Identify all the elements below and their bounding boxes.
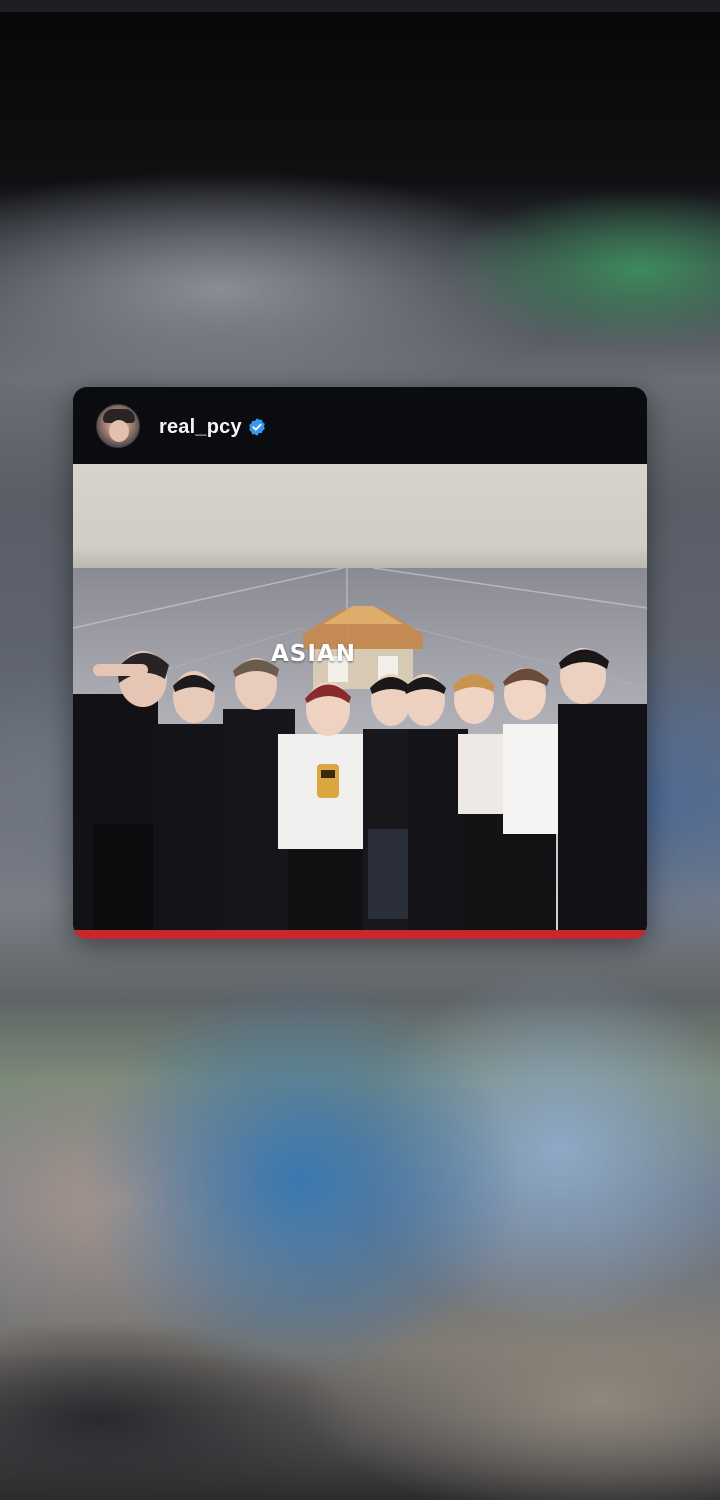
avatar[interactable] [96,404,140,448]
verified-badge-icon [249,418,265,436]
shared-post-card[interactable]: real_pcy ASIAN [73,387,647,939]
post-photo[interactable]: ASIAN [73,464,647,939]
red-carpet-edge [73,930,647,939]
person-9 [558,648,647,939]
group-photo-people [73,648,647,939]
post-header[interactable]: real_pcy [73,387,647,464]
story-share-screen: real_pcy ASIAN [0,0,720,1500]
username[interactable]: real_pcy [159,415,242,439]
status-bar [0,0,720,12]
person-2 [153,671,225,939]
avatar-face [109,420,129,442]
